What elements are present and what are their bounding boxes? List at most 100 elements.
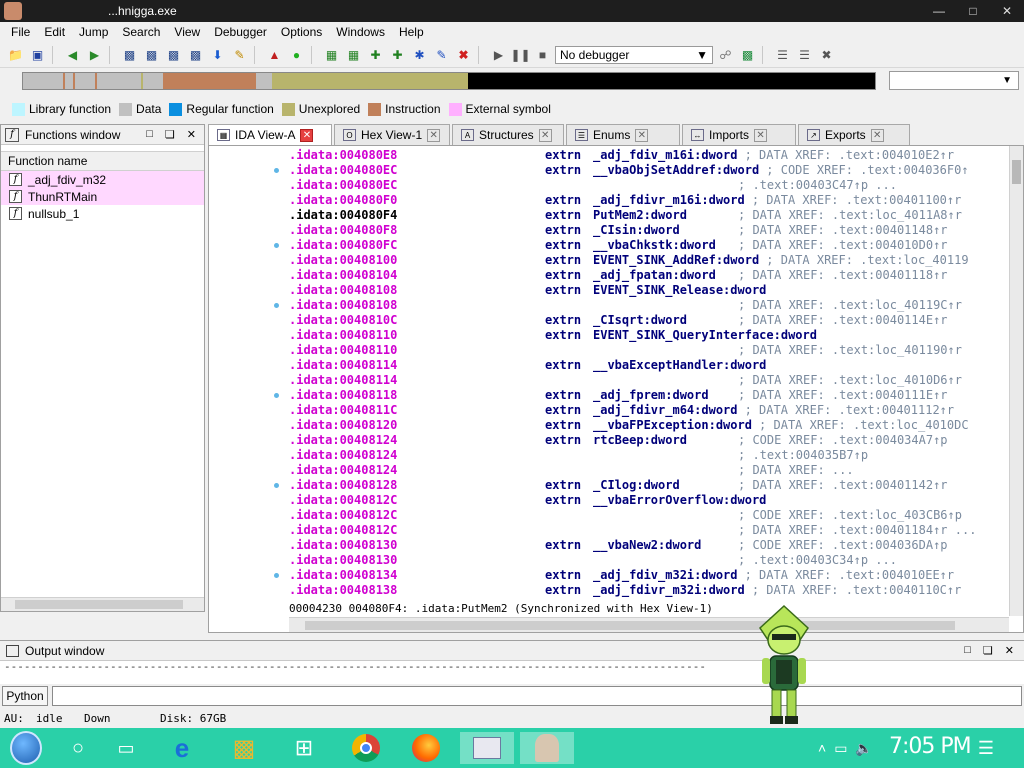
close-icon[interactable]: ✕ xyxy=(427,128,441,142)
menu-options[interactable]: Options xyxy=(274,25,329,39)
debugger-select[interactable]: No debugger ▼ xyxy=(555,45,713,64)
play-icon[interactable]: ▶ xyxy=(489,45,508,64)
run-green-icon[interactable]: ● xyxy=(287,45,306,64)
notifications-icon[interactable]: ☰ xyxy=(970,732,1002,764)
close-icon[interactable]: ✕ xyxy=(1005,644,1014,657)
close-icon[interactable]: ✕ xyxy=(870,128,884,142)
code-xref-comment[interactable]: ; DATA XREF: .text:loc_40119C↑r xyxy=(738,298,962,313)
code-operand[interactable]: PutMem2:dword xyxy=(593,208,687,223)
disasm-vscrollbar[interactable] xyxy=(1009,146,1023,616)
code-xref-comment[interactable]: ; CODE XREF: .text:004036DA↑p xyxy=(738,538,948,553)
code-xref-comment[interactable]: ; DATA XREF: .text:loc_40119 xyxy=(766,253,968,268)
code-line[interactable]: .idata:0040812C ; CODE XREF: .text:loc_40… xyxy=(289,508,1011,523)
close-icon[interactable]: ✕ xyxy=(187,128,196,141)
open-file-icon[interactable]: 📁 xyxy=(6,45,25,64)
code-line[interactable]: .idata:00408130 ; .text:00403C34↑p ... xyxy=(289,553,1011,568)
tab-exports[interactable]: ↗ Exports ✕ xyxy=(798,124,910,145)
menu-debugger[interactable]: Debugger xyxy=(207,25,274,39)
code-line[interactable]: .idata:004080F0 extrn _adj_fdivr_m16i:dwor… xyxy=(289,193,1011,208)
add-struct-icon[interactable]: ▦ xyxy=(322,45,341,64)
menu-edit[interactable]: Edit xyxy=(37,25,72,39)
code-operand[interactable]: _adj_fprem:dword xyxy=(593,388,709,403)
code-xref-comment[interactable]: ; DATA XREF: .text:00401112↑r xyxy=(745,403,955,418)
code-line[interactable]: .idata:0040812C ; DATA XREF: .text:004011… xyxy=(289,523,1011,538)
menu-search[interactable]: Search xyxy=(115,25,167,39)
python-button[interactable]: Python xyxy=(2,686,48,706)
jump-down-icon[interactable]: ⬇ xyxy=(208,45,227,64)
code-line[interactable]: .idata:0040811C extrn _adj_fdivr_m64:dword… xyxy=(289,403,1011,418)
code-line[interactable]: .idata:004080EC extrn __vbaObjSetAddref:dw… xyxy=(289,163,1011,178)
code-line[interactable]: .idata:00408114 extrn __vbaExceptHandler:d… xyxy=(289,358,1011,373)
code-operand[interactable]: rtcBeep:dword xyxy=(593,433,687,448)
code-xref-comment[interactable]: ; DATA XREF: .text:0040114E↑r xyxy=(738,313,948,328)
code-xref-comment[interactable]: ; DATA XREF: .text:004010EE↑r xyxy=(745,568,955,583)
code-operand[interactable]: _adj_fdiv_m32i:dword xyxy=(593,568,738,583)
code-xref-comment[interactable]: ; DATA XREF: .text:0040111E↑r xyxy=(738,388,948,403)
float-icon[interactable]: □ xyxy=(146,128,153,141)
search-icon[interactable]: ○ xyxy=(62,732,94,764)
python-input[interactable] xyxy=(52,686,1022,706)
tab-ida-view-a[interactable]: ▦ IDA View-A ✕ xyxy=(208,124,332,145)
step-over-icon[interactable]: ☰ xyxy=(795,45,814,64)
code-line[interactable]: .idata:004080E8 extrn _adj_fdiv_m16i:dword… xyxy=(289,148,1011,163)
code-line[interactable]: .idata:00408130 extrn __vbaNew2:dword ; COD… xyxy=(289,538,1011,553)
code-line[interactable]: .idata:004080F4 extrn PutMem2:dword ; DATA … xyxy=(289,208,1011,223)
edge-icon[interactable]: e xyxy=(166,732,198,764)
code-operand[interactable]: _CIsin:dword xyxy=(593,223,680,238)
code-line[interactable]: .idata:00408138 extrn _adj_fdivr_m32i:dwor… xyxy=(289,583,1011,598)
add-tree-icon[interactable]: ✱ xyxy=(410,45,429,64)
code-operand[interactable]: _CIlog:dword xyxy=(593,478,680,493)
text-search-icon[interactable]: ▩ xyxy=(142,45,161,64)
ida-taskbar-icon[interactable] xyxy=(460,732,514,764)
dock-icon[interactable]: ❏ xyxy=(165,128,175,141)
close-icon[interactable]: ✕ xyxy=(754,128,768,142)
code-operand[interactable]: EVENT_SINK_Release:dword xyxy=(593,283,766,298)
function-item[interactable]: f _adj_fdiv_m32 xyxy=(1,171,204,188)
close-icon[interactable]: ✕ xyxy=(635,128,649,142)
code-xref-comment[interactable]: ; DATA XREF: ... xyxy=(738,463,854,478)
menu-help[interactable]: Help xyxy=(392,25,431,39)
code-xref-comment[interactable]: ; DATA XREF: .text:0040110C↑r xyxy=(752,583,962,598)
code-operand[interactable]: _adj_fdivr_m64:dword xyxy=(593,403,738,418)
next-search-icon[interactable]: ▩ xyxy=(186,45,205,64)
start-button[interactable] xyxy=(10,731,42,765)
disassembly-listing[interactable]: .idata:004080E8 extrn _adj_fdiv_m16i:dword… xyxy=(289,148,1011,598)
attach-icon[interactable]: ☍ xyxy=(716,45,735,64)
task-view-icon[interactable]: ▭ xyxy=(110,732,142,764)
code-operand[interactable]: __vbaExceptHandler:dword xyxy=(593,358,766,373)
code-line[interactable]: .idata:0040810C extrn _CIsqrt:dword ; DATA … xyxy=(289,313,1011,328)
disasm-hscrollbar[interactable] xyxy=(289,617,1009,632)
code-xref-comment[interactable]: ; DATA XREF: .text:loc_401190↑r xyxy=(738,343,962,358)
chevron-up-icon[interactable]: ˄ xyxy=(818,740,826,757)
graph-icon[interactable]: ▲ xyxy=(265,45,284,64)
chrome-icon[interactable] xyxy=(350,732,382,764)
tab-structures[interactable]: A Structures ✕ xyxy=(452,124,564,145)
code-xref-comment[interactable]: ; DATA XREF: .text:00401118↑r xyxy=(738,268,948,283)
code-operand[interactable]: _adj_fdiv_m16i:dword xyxy=(593,148,738,163)
save-icon[interactable]: ▣ xyxy=(28,45,47,64)
code-operand[interactable]: __vbaNew2:dword xyxy=(593,538,701,553)
code-xref-comment[interactable]: ; CODE XREF: .text:004034A7↑p xyxy=(738,433,948,448)
menu-jump[interactable]: Jump xyxy=(72,25,115,39)
tab-imports[interactable]: ↔ Imports ✕ xyxy=(682,124,796,145)
add-enum-icon[interactable]: ▦ xyxy=(344,45,363,64)
code-xref-comment[interactable]: ; CODE XREF: .text:loc_403CB6↑p xyxy=(738,508,962,523)
code-xref-comment[interactable]: ; DATA XREF: .text:00401184↑r ... xyxy=(738,523,976,538)
minimize-icon[interactable]: — xyxy=(922,0,956,22)
pause-icon[interactable]: ❚❚ xyxy=(510,45,530,64)
menu-windows[interactable]: Windows xyxy=(329,25,392,39)
code-xref-comment[interactable]: ; DATA XREF: .text:loc_4011A8↑r xyxy=(738,208,962,223)
code-operand[interactable]: _CIsqrt:dword xyxy=(593,313,687,328)
code-operand[interactable]: __vbaObjSetAddref:dword xyxy=(593,163,759,178)
code-line[interactable]: .idata:00408110 ; DATA XREF: .text:loc_40… xyxy=(289,343,1011,358)
breakpoint-icon[interactable]: ✖ xyxy=(817,45,836,64)
code-xref-comment[interactable]: ; DATA XREF: .text:004010E2↑r xyxy=(745,148,955,163)
binary-search-icon[interactable]: ▩ xyxy=(120,45,139,64)
stop-icon[interactable]: ■ xyxy=(533,45,552,64)
volume-icon[interactable]: 🔈 xyxy=(855,740,872,757)
forward-icon[interactable]: ▶ xyxy=(85,45,104,64)
code-operand[interactable]: EVENT_SINK_AddRef:dword xyxy=(593,253,759,268)
close-icon[interactable]: ✕ xyxy=(300,128,314,142)
code-operand[interactable]: __vbaErrorOverflow:dword xyxy=(593,493,766,508)
tab-hex-view[interactable]: O Hex View-1 ✕ xyxy=(334,124,450,145)
